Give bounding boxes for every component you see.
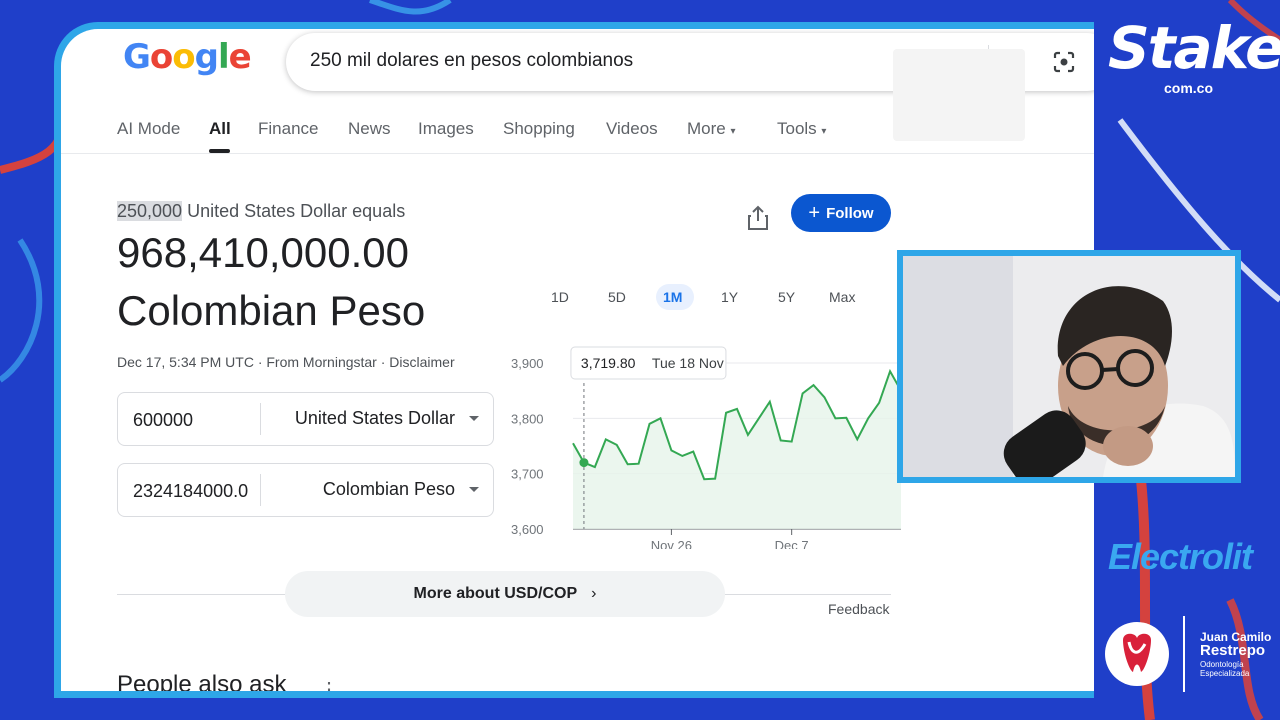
plus-icon: + bbox=[808, 201, 821, 224]
tab-ai-mode[interactable]: AI Mode bbox=[117, 119, 180, 139]
more-about-label: More about USD/COP bbox=[413, 585, 578, 602]
to-currency-field[interactable]: 2324184000.0 Colombian Peso bbox=[117, 463, 494, 517]
tab-tools[interactable]: Tools ▾ bbox=[777, 119, 826, 139]
field-separator bbox=[260, 474, 261, 506]
chevron-down-icon: ▾ bbox=[821, 126, 827, 137]
chevron-down-icon: ▾ bbox=[730, 126, 736, 137]
section-divider bbox=[117, 594, 287, 595]
presenter-video bbox=[903, 256, 1235, 477]
chevron-right-icon: › bbox=[591, 585, 597, 602]
x-tick-label: Dec 7 bbox=[775, 538, 809, 549]
x-tick-label: Nov 26 bbox=[651, 538, 692, 549]
amount-highlight: 250,000 bbox=[117, 201, 183, 221]
stake-domain: com.co bbox=[1164, 80, 1214, 96]
dental-logo-icon bbox=[1105, 622, 1169, 686]
tab-more[interactable]: More ▾ bbox=[687, 119, 736, 139]
search-input[interactable]: 250 mil dolares en pesos colombianos bbox=[310, 50, 633, 72]
feedback-link[interactable]: Feedback bbox=[828, 601, 889, 617]
blurred-panel bbox=[893, 49, 1025, 141]
converted-currency: Colombian Peso bbox=[117, 287, 426, 334]
range-max[interactable]: Max bbox=[829, 289, 855, 305]
logo-divider bbox=[1183, 616, 1185, 692]
tab-shopping[interactable]: Shopping bbox=[503, 119, 575, 139]
converted-value: 968,410,000.00 bbox=[117, 229, 409, 276]
tab-videos[interactable]: Videos bbox=[606, 119, 658, 139]
conversion-summary: 250,000 United States Dollar equals bbox=[117, 201, 405, 222]
share-icon[interactable] bbox=[747, 205, 769, 231]
range-5d[interactable]: 5D bbox=[608, 289, 626, 305]
more-options-icon[interactable]: ⋮ bbox=[319, 677, 339, 691]
from-amount-input[interactable]: 600000 bbox=[133, 410, 258, 431]
more-about-button[interactable]: More about USD/COP › bbox=[285, 571, 725, 617]
tab-finance[interactable]: Finance bbox=[258, 119, 318, 139]
result-meta: Dec 17, 5:34 PM UTC · From Morningstar ·… bbox=[117, 354, 455, 370]
tab-all[interactable]: All bbox=[209, 119, 231, 139]
range-1m[interactable]: 1M bbox=[663, 289, 682, 305]
tab-images[interactable]: Images bbox=[418, 119, 474, 139]
exchange-rate-chart[interactable]: 3,900 3,800 3,700 3,600 Nov 26 Dec 7 3,719.80 T… bbox=[511, 339, 901, 549]
doctor-specialty-line2: Especializada bbox=[1200, 669, 1250, 678]
google-logo[interactable]: Google bbox=[123, 37, 252, 77]
follow-button[interactable]: + Follow bbox=[791, 194, 891, 232]
hover-point bbox=[579, 458, 589, 468]
tabs-divider bbox=[61, 153, 1094, 154]
electrolit-logo: Electrolit bbox=[1108, 536, 1253, 577]
section-divider bbox=[723, 594, 891, 595]
follow-label: Follow bbox=[826, 204, 874, 222]
y-tick-label: 3,800 bbox=[511, 411, 544, 426]
equals-text: United States Dollar equals bbox=[182, 201, 406, 221]
y-tick-label: 3,700 bbox=[511, 467, 544, 482]
range-1d[interactable]: 1D bbox=[551, 289, 569, 305]
tab-tools-label: Tools bbox=[777, 119, 817, 138]
tab-more-label: More bbox=[687, 119, 726, 138]
people-also-ask-heading: People also ask bbox=[117, 671, 287, 698]
stake-logo: Stake bbox=[1108, 14, 1280, 82]
y-tick-label: 3,900 bbox=[511, 356, 544, 371]
to-amount-input[interactable]: 2324184000.0 bbox=[133, 481, 258, 502]
from-unit-select[interactable]: United States Dollar bbox=[295, 408, 455, 429]
webcam-feed bbox=[897, 250, 1241, 483]
dropdown-arrow-icon[interactable] bbox=[469, 416, 479, 421]
tooltip-date: Tue 18 Nov bbox=[652, 355, 724, 371]
y-tick-label: 3,600 bbox=[511, 522, 544, 537]
doctor-last-name: Restrepo bbox=[1200, 642, 1266, 659]
range-1y[interactable]: 1Y bbox=[721, 289, 738, 305]
field-separator bbox=[260, 403, 261, 435]
range-5y[interactable]: 5Y bbox=[778, 289, 795, 305]
from-currency-field[interactable]: 600000 United States Dollar bbox=[117, 392, 494, 446]
tooltip-value: 3,719.80 bbox=[581, 355, 636, 371]
dropdown-arrow-icon[interactable] bbox=[469, 487, 479, 492]
area-fill bbox=[573, 371, 901, 529]
to-unit-select[interactable]: Colombian Peso bbox=[323, 479, 455, 500]
lens-icon[interactable] bbox=[1050, 48, 1078, 76]
doctor-specialty-line1: Odontología bbox=[1200, 660, 1244, 669]
tab-news[interactable]: News bbox=[348, 119, 391, 139]
